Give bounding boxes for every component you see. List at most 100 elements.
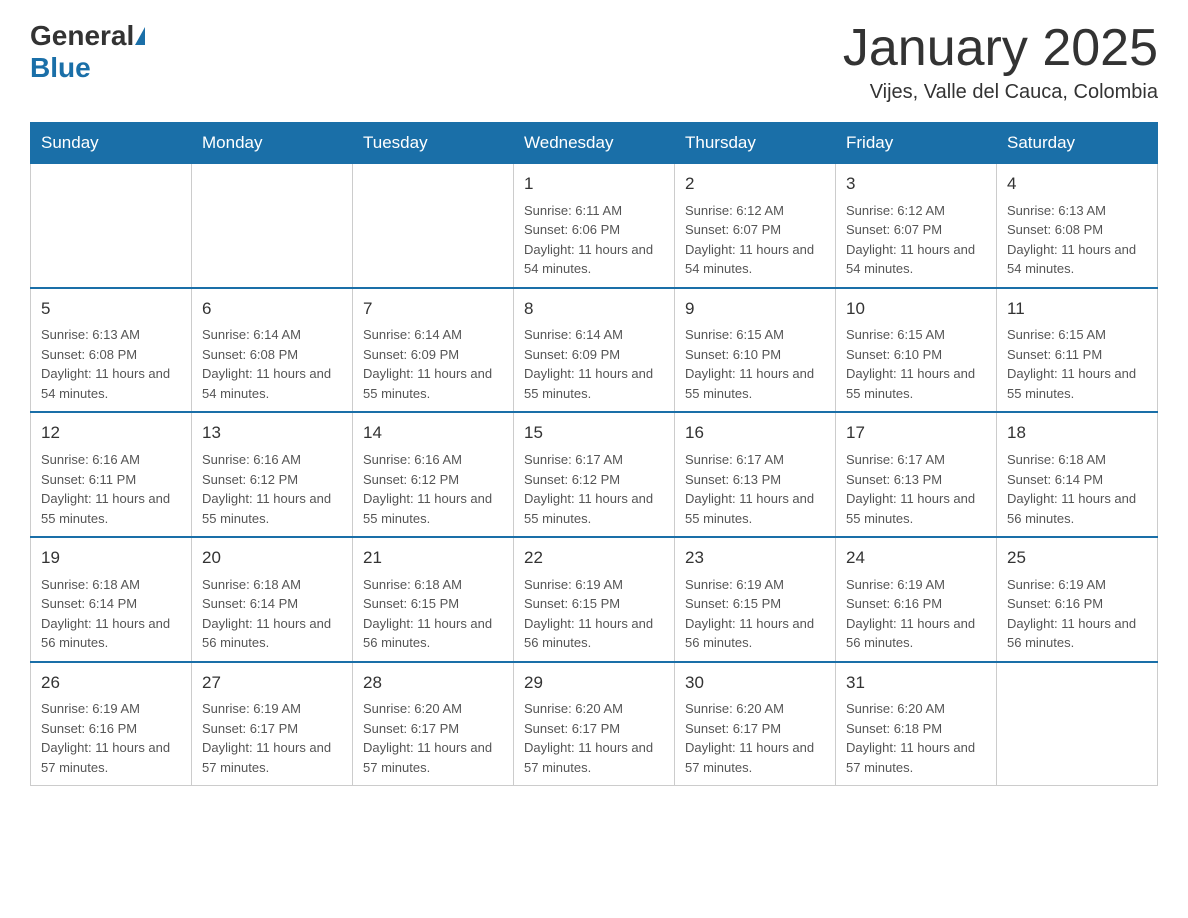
day-number: 28 [363,671,503,696]
day-cell: 27 Sunrise: 6:19 AMSunset: 6:17 PMDayligh… [192,662,353,786]
day-info: Sunrise: 6:18 AMSunset: 6:14 PMDaylight:… [202,575,342,653]
day-info: Sunrise: 6:14 AMSunset: 6:08 PMDaylight:… [202,325,342,403]
day-number: 9 [685,297,825,322]
day-cell: 12 Sunrise: 6:16 AMSunset: 6:11 PMDayligh… [31,412,192,537]
day-info: Sunrise: 6:11 AMSunset: 6:06 PMDaylight:… [524,201,664,279]
calendar-subtitle: Vijes, Valle del Cauca, Colombia [843,81,1158,104]
day-number: 30 [685,671,825,696]
header-cell-saturday: Saturday [997,123,1158,164]
day-number: 31 [846,671,986,696]
day-number: 7 [363,297,503,322]
header-cell-sunday: Sunday [31,123,192,164]
day-info: Sunrise: 6:16 AMSunset: 6:12 PMDaylight:… [363,450,503,528]
day-info: Sunrise: 6:12 AMSunset: 6:07 PMDaylight:… [685,201,825,279]
day-info: Sunrise: 6:19 AMSunset: 6:16 PMDaylight:… [846,575,986,653]
day-cell: 14 Sunrise: 6:16 AMSunset: 6:12 PMDayligh… [353,412,514,537]
day-info: Sunrise: 6:14 AMSunset: 6:09 PMDaylight:… [524,325,664,403]
day-info: Sunrise: 6:19 AMSunset: 6:16 PMDaylight:… [1007,575,1147,653]
day-cell: 20Sunrise: 6:18 AMSunset: 6:14 PMDayligh… [192,537,353,662]
day-cell: 25 Sunrise: 6:19 AMSunset: 6:16 PMDayligh… [997,537,1158,662]
day-info: Sunrise: 6:12 AMSunset: 6:07 PMDaylight:… [846,201,986,279]
week-row-3: 19 Sunrise: 6:18 AMSunset: 6:14 PMDayligh… [31,537,1158,662]
header-cell-thursday: Thursday [675,123,836,164]
day-number: 17 [846,421,986,446]
day-cell: 5Sunrise: 6:13 AMSunset: 6:08 PMDaylight… [31,288,192,413]
day-info: Sunrise: 6:20 AMSunset: 6:17 PMDaylight:… [685,699,825,777]
day-cell: 18 Sunrise: 6:18 AMSunset: 6:14 PMDayligh… [997,412,1158,537]
day-number: 13 [202,421,342,446]
day-number: 3 [846,172,986,197]
day-cell: 4Sunrise: 6:13 AMSunset: 6:08 PMDaylight… [997,164,1158,288]
week-row-4: 26 Sunrise: 6:19 AMSunset: 6:16 PMDayligh… [31,662,1158,786]
calendar-table: SundayMondayTuesdayWednesdayThursdayFrid… [30,122,1158,786]
day-cell: 3 Sunrise: 6:12 AMSunset: 6:07 PMDaylight… [836,164,997,288]
day-cell: 10 Sunrise: 6:15 AMSunset: 6:10 PMDayligh… [836,288,997,413]
day-info: Sunrise: 6:19 AMSunset: 6:15 PMDaylight:… [685,575,825,653]
day-number: 29 [524,671,664,696]
day-number: 4 [1007,172,1147,197]
day-cell [31,164,192,288]
day-info: Sunrise: 6:14 AMSunset: 6:09 PMDaylight:… [363,325,503,403]
day-cell: 30 Sunrise: 6:20 AMSunset: 6:17 PMDayligh… [675,662,836,786]
day-cell: 31Sunrise: 6:20 AMSunset: 6:18 PMDayligh… [836,662,997,786]
day-info: Sunrise: 6:19 AMSunset: 6:15 PMDaylight:… [524,575,664,653]
day-cell: 7 Sunrise: 6:14 AMSunset: 6:09 PMDaylight… [353,288,514,413]
day-number: 10 [846,297,986,322]
day-info: Sunrise: 6:15 AMSunset: 6:11 PMDaylight:… [1007,325,1147,403]
day-number: 18 [1007,421,1147,446]
header: General Blue January 2025 Vijes, Valle d… [30,20,1158,104]
day-info: Sunrise: 6:15 AMSunset: 6:10 PMDaylight:… [846,325,986,403]
day-info: Sunrise: 6:16 AMSunset: 6:12 PMDaylight:… [202,450,342,528]
day-info: Sunrise: 6:19 AMSunset: 6:16 PMDaylight:… [41,699,181,777]
logo-general-text: General [30,20,134,52]
day-cell: 15Sunrise: 6:17 AMSunset: 6:12 PMDayligh… [514,412,675,537]
day-cell: 9Sunrise: 6:15 AMSunset: 6:10 PMDaylight… [675,288,836,413]
header-cell-friday: Friday [836,123,997,164]
day-info: Sunrise: 6:16 AMSunset: 6:11 PMDaylight:… [41,450,181,528]
day-number: 22 [524,546,664,571]
day-cell: 19 Sunrise: 6:18 AMSunset: 6:14 PMDayligh… [31,537,192,662]
day-number: 27 [202,671,342,696]
day-cell: 2 Sunrise: 6:12 AMSunset: 6:07 PMDaylight… [675,164,836,288]
day-number: 12 [41,421,181,446]
day-number: 11 [1007,297,1147,322]
day-number: 2 [685,172,825,197]
day-number: 24 [846,546,986,571]
day-info: Sunrise: 6:19 AMSunset: 6:17 PMDaylight:… [202,699,342,777]
day-info: Sunrise: 6:20 AMSunset: 6:17 PMDaylight:… [363,699,503,777]
logo-blue-text: Blue [30,52,91,84]
day-info: Sunrise: 6:18 AMSunset: 6:14 PMDaylight:… [41,575,181,653]
day-number: 25 [1007,546,1147,571]
header-cell-monday: Monday [192,123,353,164]
day-cell: 24 Sunrise: 6:19 AMSunset: 6:16 PMDayligh… [836,537,997,662]
day-cell: 26 Sunrise: 6:19 AMSunset: 6:16 PMDayligh… [31,662,192,786]
header-row: SundayMondayTuesdayWednesdayThursdayFrid… [31,123,1158,164]
day-number: 16 [685,421,825,446]
day-cell: 23 Sunrise: 6:19 AMSunset: 6:15 PMDayligh… [675,537,836,662]
logo: General Blue [30,20,146,84]
day-number: 26 [41,671,181,696]
day-info: Sunrise: 6:18 AMSunset: 6:15 PMDaylight:… [363,575,503,653]
day-info: Sunrise: 6:18 AMSunset: 6:14 PMDaylight:… [1007,450,1147,528]
header-cell-tuesday: Tuesday [353,123,514,164]
day-cell: 17 Sunrise: 6:17 AMSunset: 6:13 PMDayligh… [836,412,997,537]
day-number: 19 [41,546,181,571]
day-number: 14 [363,421,503,446]
week-row-0: 1 Sunrise: 6:11 AMSunset: 6:06 PMDaylight… [31,164,1158,288]
logo-triangle-icon [135,27,145,45]
day-cell: 11 Sunrise: 6:15 AMSunset: 6:11 PMDayligh… [997,288,1158,413]
day-info: Sunrise: 6:17 AMSunset: 6:13 PMDaylight:… [846,450,986,528]
day-number: 5 [41,297,181,322]
day-info: Sunrise: 6:20 AMSunset: 6:17 PMDaylight:… [524,699,664,777]
day-number: 1 [524,172,664,197]
title-area: January 2025 Vijes, Valle del Cauca, Col… [843,20,1158,104]
day-cell [997,662,1158,786]
calendar-title: January 2025 [843,20,1158,77]
week-row-1: 5Sunrise: 6:13 AMSunset: 6:08 PMDaylight… [31,288,1158,413]
day-number: 8 [524,297,664,322]
day-cell: 21Sunrise: 6:18 AMSunset: 6:15 PMDayligh… [353,537,514,662]
day-cell: 13 Sunrise: 6:16 AMSunset: 6:12 PMDayligh… [192,412,353,537]
day-cell: 8 Sunrise: 6:14 AMSunset: 6:09 PMDaylight… [514,288,675,413]
day-cell: 29 Sunrise: 6:20 AMSunset: 6:17 PMDayligh… [514,662,675,786]
day-number: 23 [685,546,825,571]
